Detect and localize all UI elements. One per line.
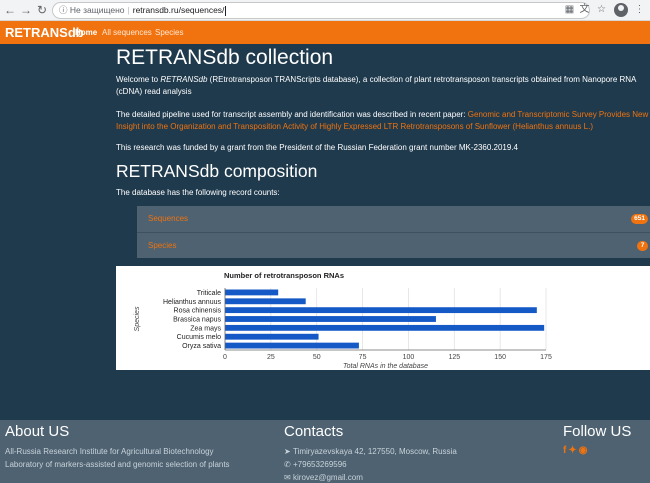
chart-title: Number of retrotransposon RNAs bbox=[224, 271, 344, 280]
browser-toolbar: ← → ↻ ⓘ Не защищено | retransdb.ru/sequenc… bbox=[0, 0, 650, 21]
site-footer: About US All-Russia Research Institute f… bbox=[0, 420, 650, 483]
count-badge: 7 bbox=[637, 241, 648, 251]
category-label: Oryza sativa bbox=[182, 343, 221, 350]
menu-icon[interactable]: ⋮ bbox=[633, 3, 646, 17]
species-chart: 0 25 50 75 100 125 150 175 Triticale Helianthus a… bbox=[116, 266, 650, 370]
contact-address: ➤ Timiryazevskaya 42, 127550, Moscow, Rus… bbox=[284, 447, 457, 456]
record-label[interactable]: Species bbox=[148, 241, 176, 250]
about-line-2: Laboratory of markers-assisted and genom… bbox=[5, 460, 230, 469]
record-label[interactable]: Sequences bbox=[148, 214, 188, 223]
y-axis-title: Species bbox=[134, 306, 141, 331]
x-tick-label: 0 bbox=[223, 354, 227, 361]
reload-icon[interactable]: ↻ bbox=[35, 2, 49, 18]
bar bbox=[225, 307, 537, 314]
x-tick-label: 75 bbox=[359, 354, 367, 361]
bar bbox=[225, 333, 319, 340]
list-item-sequences[interactable]: Sequences 651 bbox=[137, 206, 650, 232]
forward-icon[interactable]: → bbox=[19, 2, 33, 18]
url-text: retransdb.ru/sequences/ bbox=[132, 5, 225, 15]
contact-email[interactable]: ✉ kirovez@gmail.com bbox=[284, 472, 363, 483]
x-tick-label: 25 bbox=[267, 354, 275, 361]
bar bbox=[225, 289, 279, 296]
category-label: Rosa chinensis bbox=[174, 308, 222, 315]
grant-paragraph: This research was funded by a grant from… bbox=[116, 143, 518, 152]
main-content: RETRANSdb collection Welcome to RETRANSd… bbox=[0, 44, 650, 420]
location-arrow-icon: ➤ bbox=[284, 447, 291, 456]
category-label: Zea mays bbox=[190, 325, 221, 332]
site-navbar: RETRANSdb Home All sequences Species bbox=[0, 21, 650, 44]
brand-logo[interactable]: RETRANSdb bbox=[5, 24, 84, 41]
bookmark-star-icon[interactable]: ☆ bbox=[595, 3, 608, 17]
count-badge: 651 bbox=[631, 214, 648, 224]
translate-icon[interactable]: 文 bbox=[578, 3, 591, 17]
back-icon[interactable]: ← bbox=[3, 2, 17, 18]
composition-heading: RETRANSdb composition bbox=[116, 161, 318, 181]
follow-heading: Follow US bbox=[563, 423, 632, 440]
x-axis-title: Total RNAs in the database bbox=[343, 363, 428, 370]
category-label: Brassica napus bbox=[173, 317, 221, 324]
intro-paragraph: Welcome to RETRANSdb (REtrotransposon TR… bbox=[116, 75, 636, 96]
address-bar[interactable]: ⓘ Не защищено | retransdb.ru/sequences/ bbox=[52, 2, 590, 19]
profile-avatar[interactable] bbox=[614, 3, 628, 17]
x-tick-label: 175 bbox=[540, 354, 552, 361]
social-links: f✦◉ bbox=[563, 445, 589, 456]
bar-chart: 0 25 50 75 100 125 150 175 Triticale Helianthus a… bbox=[134, 271, 552, 370]
composition-intro: The database has the following record co… bbox=[116, 188, 280, 197]
nav-home[interactable]: Home bbox=[75, 27, 97, 38]
contacts-heading: Contacts bbox=[284, 423, 344, 440]
nav-species[interactable]: Species bbox=[155, 27, 183, 38]
category-label: Cucumis melo bbox=[177, 334, 221, 341]
bar bbox=[225, 324, 545, 331]
contact-phone: ✆ +79653269596 bbox=[284, 460, 347, 469]
about-heading: About US bbox=[5, 423, 70, 440]
list-item-species[interactable]: Species 7 bbox=[137, 232, 650, 258]
security-label: Не защищено bbox=[69, 5, 125, 15]
record-counts-list: Sequences 651 Species 7 bbox=[137, 206, 650, 258]
github-icon[interactable]: ◉ bbox=[579, 445, 590, 456]
page-title: RETRANSdb collection bbox=[116, 46, 334, 69]
twitter-icon[interactable]: ✦ bbox=[568, 445, 578, 456]
x-tick-label: 50 bbox=[313, 354, 321, 361]
bar bbox=[225, 342, 359, 349]
category-label: Triticale bbox=[197, 290, 221, 297]
pipeline-paragraph: The detailed pipeline used for transcrip… bbox=[116, 110, 649, 131]
qr-code-icon[interactable]: ▦ bbox=[563, 3, 576, 17]
info-icon[interactable]: ⓘ bbox=[59, 5, 68, 15]
x-tick-label: 150 bbox=[494, 354, 506, 361]
envelope-icon: ✉ bbox=[284, 473, 291, 482]
about-line-1: All-Russia Research Institute for Agricu… bbox=[5, 447, 214, 456]
phone-icon: ✆ bbox=[284, 460, 291, 469]
bar bbox=[225, 316, 436, 322]
db-name: RETRANSdb bbox=[160, 75, 208, 84]
x-tick-label: 125 bbox=[448, 354, 460, 361]
category-label: Helianthus annuus bbox=[163, 299, 221, 306]
bar bbox=[225, 298, 306, 305]
x-tick-label: 100 bbox=[403, 354, 415, 361]
nav-all-sequences[interactable]: All sequences bbox=[102, 27, 152, 38]
